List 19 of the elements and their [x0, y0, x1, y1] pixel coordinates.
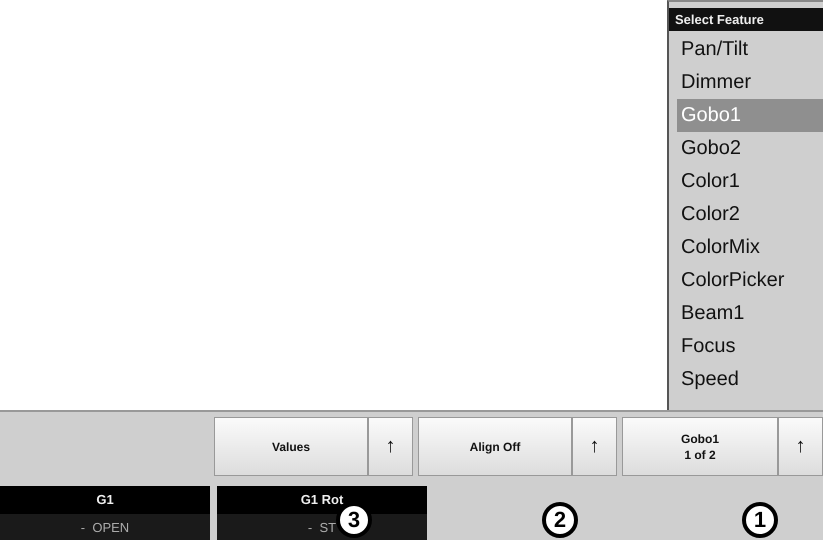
- toolbar-button[interactable]: Align Off: [418, 417, 572, 476]
- arrow-up-button[interactable]: ↑: [572, 417, 617, 476]
- feature-item[interactable]: Color2: [677, 198, 823, 231]
- feature-item[interactable]: Focus: [677, 330, 823, 363]
- feature-item[interactable]: Gobo2: [677, 132, 823, 165]
- encoder-value: - OPEN: [0, 514, 210, 540]
- menu-title: Select Feature: [669, 8, 823, 31]
- feature-item[interactable]: Beam1: [677, 297, 823, 330]
- feature-item[interactable]: Color1: [677, 165, 823, 198]
- feature-item[interactable]: ColorMix: [677, 231, 823, 264]
- arrow-up-button[interactable]: ↑: [778, 417, 823, 476]
- toolbar-button[interactable]: Gobo1 1 of 2: [622, 417, 778, 476]
- encoder-name: G1: [95, 491, 115, 509]
- feature-item[interactable]: ColorPicker: [677, 264, 823, 297]
- feature-item[interactable]: Speed: [677, 363, 823, 396]
- toolbar-button[interactable]: Values: [214, 417, 368, 476]
- arrow-up-button[interactable]: ↑: [368, 417, 413, 476]
- feature-item[interactable]: Pan/Tilt: [677, 33, 823, 66]
- feature-item[interactable]: Dimmer: [677, 66, 823, 99]
